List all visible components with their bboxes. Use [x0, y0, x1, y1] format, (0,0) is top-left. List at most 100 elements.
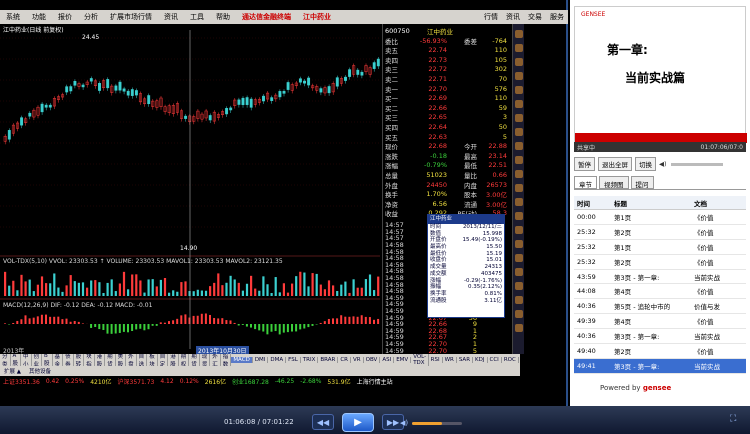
- menu-item[interactable]: 功能: [26, 12, 52, 22]
- indicator-tab[interactable]: MTM: [519, 357, 520, 363]
- table-row[interactable]: 40:36 第5页 - 追轮中市的 价值与发: [574, 299, 746, 315]
- tab-chapters[interactable]: 章节: [574, 176, 597, 189]
- indicator-tab[interactable]: 期货: [189, 354, 200, 366]
- table-row[interactable]: 43:59 第3页 - 第一章: 当前实战: [574, 270, 746, 285]
- tool-icon[interactable]: [515, 282, 523, 290]
- tool-icon[interactable]: [515, 324, 523, 332]
- volume-slider[interactable]: [670, 162, 723, 166]
- indicator-tab[interactable]: BRAR: [318, 357, 339, 363]
- table-row[interactable]: 40:36 第3页 - 第一章: 当前实战: [574, 329, 746, 345]
- indicator-tab[interactable]: CR: [338, 357, 352, 363]
- tool-icon[interactable]: [515, 184, 523, 192]
- tool-icon[interactable]: [515, 170, 523, 178]
- volume-icon[interactable]: ◀): [400, 419, 410, 427]
- tool-icon[interactable]: [515, 114, 523, 122]
- play-button[interactable]: ▶: [342, 413, 374, 432]
- tab-video[interactable]: 视频图: [599, 176, 629, 189]
- prev-button[interactable]: ◀◀: [312, 414, 334, 430]
- menu-item[interactable]: 系统: [0, 12, 26, 22]
- indicator-tab[interactable]: 股转: [74, 354, 85, 366]
- indicator-tab[interactable]: EMV: [394, 357, 412, 363]
- exit-fullscreen-button[interactable]: 退出全屏: [598, 157, 632, 171]
- tab-questions[interactable]: 提问: [630, 176, 654, 189]
- indicator-tab[interactable]: 期权: [179, 354, 190, 366]
- indicator-tab[interactable]: ASI: [380, 357, 395, 363]
- indicator-tab[interactable]: SAR: [457, 357, 474, 363]
- indicator-tab[interactable]: 现货: [200, 354, 211, 366]
- tool-icon[interactable]: [515, 30, 523, 38]
- indicator-tab[interactable]: 港股: [168, 354, 179, 366]
- tool-icon[interactable]: [515, 58, 523, 66]
- indicator-tab[interactable]: OBV: [364, 357, 381, 363]
- table-row[interactable]: 25:32 第2页 《价值: [574, 225, 746, 240]
- menu-item[interactable]: 资讯: [158, 12, 184, 22]
- menu-item[interactable]: 帮助: [210, 12, 236, 22]
- menu-item[interactable]: 报价: [52, 12, 78, 22]
- table-row[interactable]: 49:39 第4页 《价值: [574, 314, 746, 330]
- tool-icon[interactable]: [515, 212, 523, 220]
- table-row[interactable]: 25:32 第2页 《价值: [574, 255, 746, 270]
- indicator-tab[interactable]: 美股: [116, 354, 127, 366]
- menu-right-item[interactable]: 交易: [524, 12, 546, 22]
- indicator-tab[interactable]: 基金: [53, 354, 64, 366]
- menu-item[interactable]: 工具: [184, 12, 210, 22]
- speaker-icon[interactable]: ◀): [659, 160, 667, 168]
- indicator-tab[interactable]: RSI: [429, 357, 443, 363]
- indicator-tab[interactable]: 创业: [32, 354, 43, 366]
- indicator-tab[interactable]: 中小: [21, 354, 32, 366]
- menu-right-item[interactable]: 资讯: [502, 12, 524, 22]
- tool-icon[interactable]: [515, 44, 523, 52]
- indicator-tab[interactable]: A股: [11, 354, 22, 366]
- table-row[interactable]: 44:08 第4页 《价值: [574, 284, 746, 300]
- indicator-tab[interactable]: VOL-TDX: [411, 354, 429, 366]
- tool-icon[interactable]: [515, 86, 523, 94]
- table-row[interactable]: 49:41 第3页 - 第一章: 当前实战: [574, 358, 746, 374]
- tool-icon[interactable]: [515, 254, 523, 262]
- tool-icon[interactable]: [515, 156, 523, 164]
- indicator-tab[interactable]: FSL: [286, 357, 301, 363]
- table-row[interactable]: 25:32 第1页 《价值: [574, 240, 746, 255]
- indicator-tab[interactable]: 板块指数: [84, 354, 95, 366]
- indicator-tab[interactable]: DMI: [253, 357, 269, 363]
- sub-tab[interactable]: 扩展 ▲: [0, 367, 25, 375]
- indicator-tab[interactable]: 自定: [158, 354, 169, 366]
- indicator-tab[interactable]: CCI: [488, 357, 502, 363]
- tool-icon[interactable]: [515, 198, 523, 206]
- indicator-tab[interactable]: 外汇: [210, 354, 221, 366]
- menu-right-item[interactable]: 行情: [480, 12, 502, 22]
- indicator-tab[interactable]: 自选: [137, 354, 148, 366]
- menu-item[interactable]: 扩展市场行情: [104, 12, 158, 22]
- indicator-tab[interactable]: 指数: [221, 354, 232, 366]
- table-row[interactable]: 00:00 第1页 《价值: [574, 210, 746, 225]
- tool-icon[interactable]: [515, 296, 523, 304]
- tool-icon[interactable]: [515, 268, 523, 276]
- indicator-tab[interactable]: VR: [351, 357, 364, 363]
- indicator-tab[interactable]: B股: [42, 354, 53, 366]
- indicator-tab[interactable]: 分类: [0, 354, 11, 366]
- pause-button[interactable]: 暂停: [574, 157, 595, 171]
- indicator-tab[interactable]: TRIX: [301, 357, 319, 363]
- indicator-tab[interactable]: WR: [443, 357, 457, 363]
- tool-icon[interactable]: [515, 226, 523, 234]
- tool-icon[interactable]: [515, 142, 523, 150]
- tool-icon[interactable]: [515, 310, 523, 318]
- indicator-tab[interactable]: 板块: [147, 354, 158, 366]
- tool-icon[interactable]: [515, 72, 523, 80]
- switch-button[interactable]: 切换: [635, 157, 656, 171]
- indicator-tab[interactable]: ROC: [502, 357, 519, 363]
- menu-item[interactable]: 分析: [78, 12, 104, 22]
- indicator-tab[interactable]: 港股: [95, 354, 106, 366]
- indicator-tab[interactable]: 外盘: [126, 354, 137, 366]
- indicator-tab[interactable]: 期货: [105, 354, 116, 366]
- tool-icon[interactable]: [515, 240, 523, 248]
- indicator-tab[interactable]: 债券: [63, 354, 74, 366]
- indicator-tab[interactable]: KDJ: [473, 357, 488, 363]
- indicator-tab[interactable]: MACD: [231, 357, 253, 363]
- fullscreen-icon[interactable]: ⛶: [730, 414, 744, 428]
- menu-right-item[interactable]: 服务: [546, 12, 568, 22]
- indicator-tab[interactable]: DMA: [268, 357, 287, 363]
- tool-icon[interactable]: [515, 128, 523, 136]
- sub-tab[interactable]: 其他设备: [25, 367, 55, 375]
- table-row[interactable]: 49:40 第2页 《价值: [574, 344, 746, 359]
- tool-icon[interactable]: [515, 100, 523, 108]
